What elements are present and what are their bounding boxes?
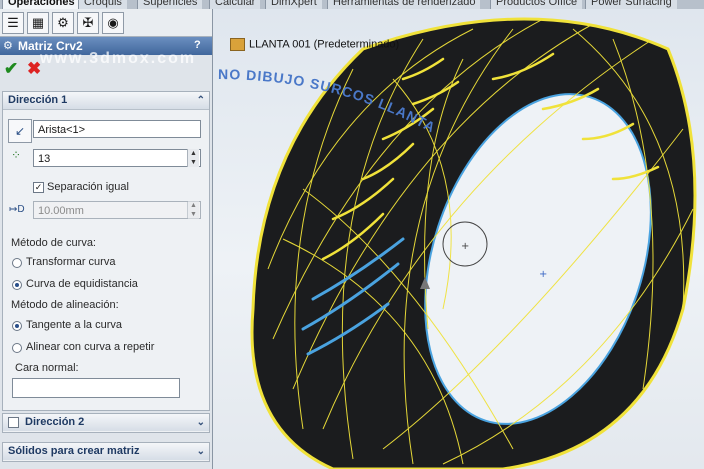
dimxpert-manager-icon[interactable]: ✠ [77, 12, 99, 34]
expand-down-icon[interactable]: ⌄ [197, 443, 205, 460]
config-manager-icon[interactable]: ⚙ [52, 12, 74, 34]
direction2-group: Dirección 2 ⌄ [2, 413, 210, 433]
face-normal-label: Cara normal: [15, 362, 79, 374]
radio-offset-curve[interactable] [12, 280, 22, 290]
part-icon [230, 38, 245, 51]
watermark-url: www.3dmox.com [40, 50, 197, 67]
collapse-up-icon[interactable]: ⌃ [197, 92, 205, 109]
transform-curve-label: Transformar curva [26, 256, 116, 268]
manager-toolbar: ☰ ▦ ⚙ ✠ ◉ [0, 9, 212, 37]
tab-superficies[interactable]: Superficies [137, 0, 203, 9]
direction1-header[interactable]: Dirección 1 ⌃ [3, 92, 209, 110]
tab-croquis[interactable]: Croquis [78, 0, 127, 9]
tab-herramientas-renderizado[interactable]: Herramientas de renderizado [327, 0, 481, 9]
tab-calcular[interactable]: Calcular [209, 0, 261, 9]
reverse-direction-icon[interactable]: ↙ [8, 119, 32, 143]
tab-operaciones[interactable]: Operaciones [2, 0, 80, 9]
tangent-to-curve-label: Tangente a la curva [26, 319, 123, 331]
bodies-group: Sólidos para crear matriz ⌄ [2, 442, 210, 462]
tab-productos-office[interactable]: Productos Office [490, 0, 583, 9]
radio-transform-curve[interactable] [12, 258, 22, 268]
spacing-field[interactable]: 10.00mm [33, 201, 201, 219]
tab-power-surfacing[interactable]: Power Surfacing [585, 0, 677, 9]
tab-dimxpert[interactable]: DimXpert [265, 0, 322, 9]
instances-icon: ⁘ [11, 148, 22, 162]
face-normal-field[interactable] [12, 378, 180, 398]
offset-curve-label: Curva de equidistancia [26, 278, 138, 290]
direction2-title: Dirección 2 [25, 416, 85, 428]
ok-check-icon[interactable]: ✔ [4, 59, 18, 79]
feature-tree-flyout[interactable]: LLANTA 001 (Predeterminado) [230, 38, 399, 51]
bodies-header[interactable]: Sólidos para crear matriz ⌄ [3, 443, 209, 460]
curve-method-label: Método de curva: [11, 237, 96, 249]
equal-spacing-label: Separación igual [47, 181, 129, 193]
direction2-header[interactable]: Dirección 2 ⌄ [3, 414, 209, 431]
radio-align-to-seed[interactable] [12, 343, 22, 353]
display-manager-icon[interactable]: ◉ [102, 12, 124, 34]
part-name: LLANTA 001 (Predeterminado) [249, 38, 400, 51]
sketch-label-overlay: NO DIBUJO SURCOS LLANTA [218, 66, 439, 136]
expand-down-icon[interactable]: ⌄ [197, 414, 205, 431]
direction1-group: Dirección 1 ⌃ ↙ Arista<1> ⁘ 13 ▲ ▼ ✓ Sepa… [2, 91, 210, 411]
equal-spacing-checkbox[interactable]: ✓ [33, 182, 44, 193]
graphics-viewport[interactable]: + + NO DIBUJO SURCOS LLANTA [213, 9, 704, 469]
feature-manager-icon[interactable]: ☰ [2, 12, 24, 34]
pattern-icon: ⚙ [3, 40, 13, 52]
align-method-label: Método de alineación: [11, 299, 119, 311]
direction1-title: Dirección 1 [8, 94, 68, 106]
bodies-title: Sólidos para crear matriz [8, 445, 140, 457]
svg-text:NO DIBUJO SURCOS LLANTA: NO DIBUJO SURCOS LLANTA [218, 66, 439, 136]
align-to-seed-label: Alinear con curva a repetir [26, 341, 155, 353]
radio-tangent-to-curve[interactable] [12, 321, 22, 331]
spacing-spinner[interactable]: ▲ ▼ [187, 201, 199, 219]
direction2-checkbox[interactable] [8, 417, 19, 428]
spacing-dimension-icon: ↦D [9, 204, 25, 215]
instance-count-field[interactable]: 13 [33, 149, 201, 167]
edge-selection-field[interactable]: Arista<1> [33, 120, 201, 138]
property-manager-panel: ☰ ▦ ⚙ ✠ ◉ ⚙ Matriz Crv2 ? ✔ ✖ Dirección … [0, 9, 213, 469]
count-spinner[interactable]: ▲ ▼ [187, 149, 199, 167]
sketch-label-text: NO DIBUJO SURCOS LLANTA [218, 66, 438, 136]
property-manager-icon[interactable]: ▦ [27, 12, 49, 34]
